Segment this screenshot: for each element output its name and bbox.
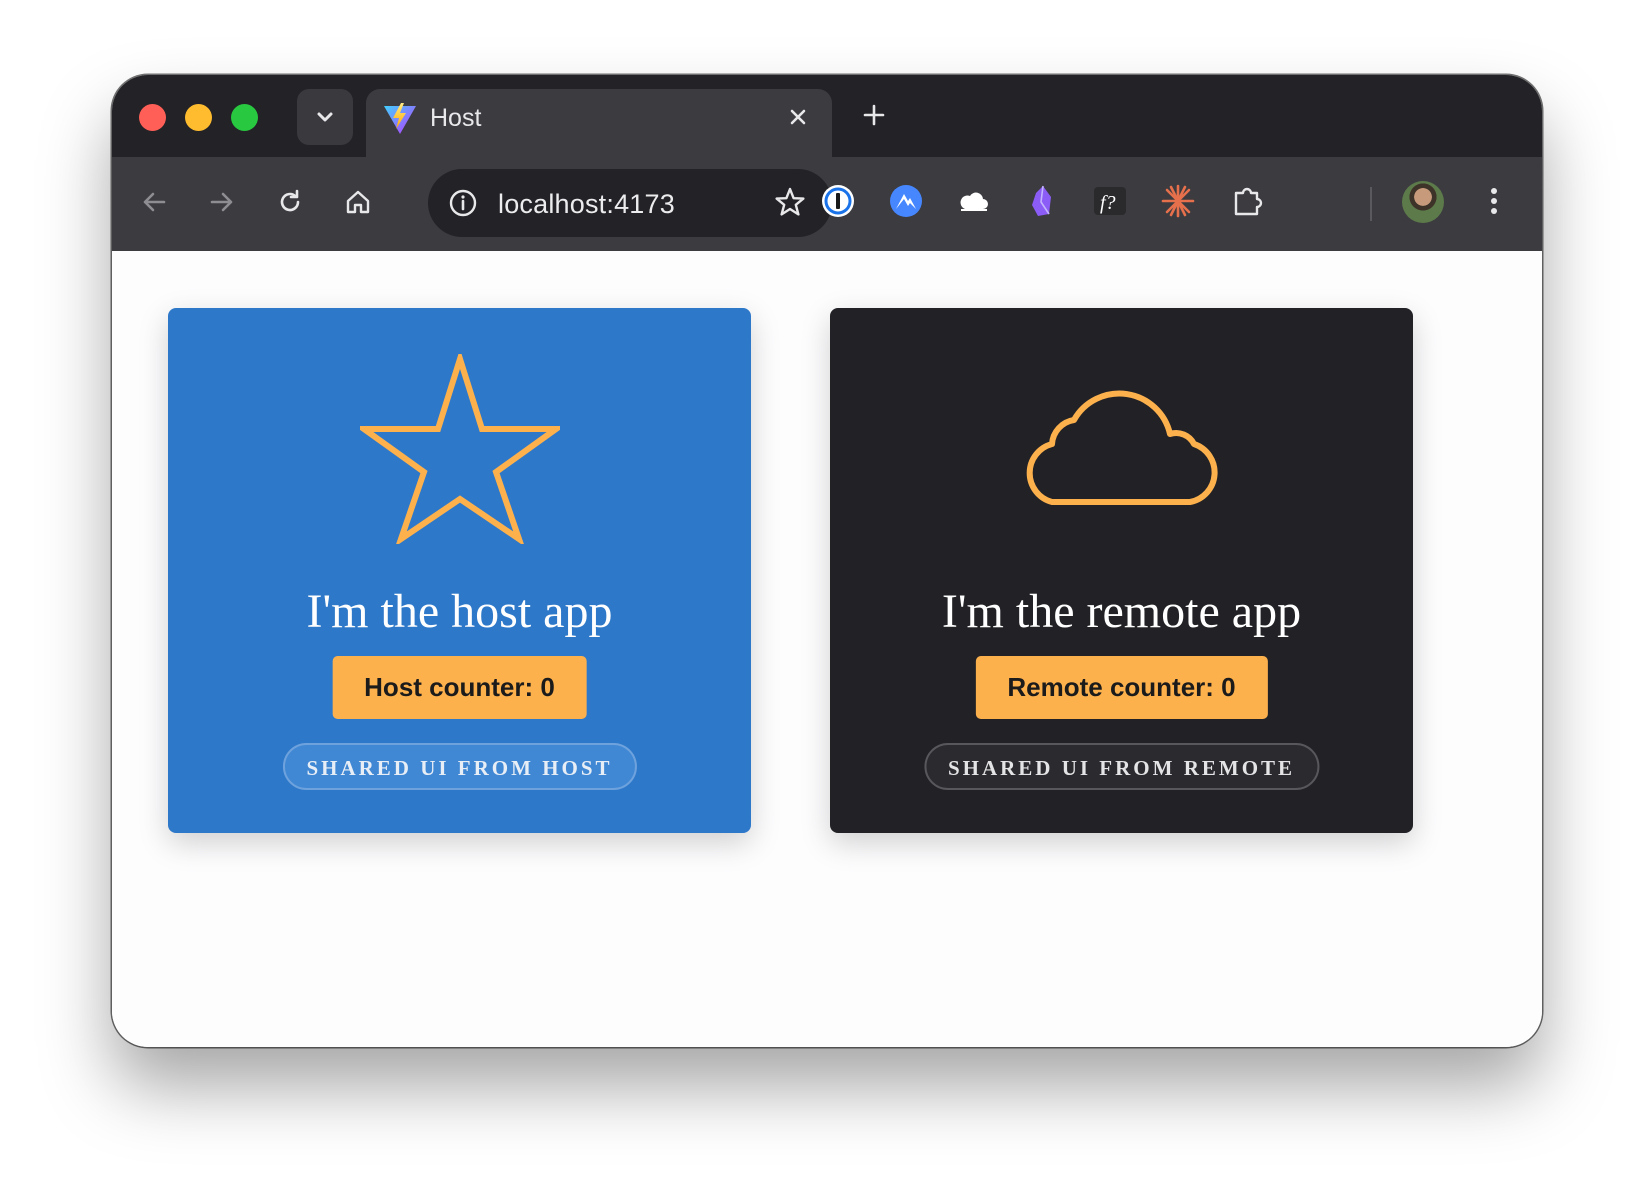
- obsidian-extension[interactable]: [1020, 179, 1064, 223]
- home-button[interactable]: [336, 180, 380, 224]
- shared-ui-from-host-badge[interactable]: SHARED UI FROM HOST: [282, 743, 637, 790]
- address-bar[interactable]: localhost:4173: [428, 169, 832, 237]
- cloud-icon: [1026, 390, 1218, 505]
- puzzle-piece-icon: [1234, 187, 1263, 216]
- obsidian-icon: [1032, 185, 1051, 216]
- url-text: localhost:4173: [498, 189, 675, 219]
- host-counter-button[interactable]: Host counter: 0: [332, 656, 587, 719]
- cloud-extension[interactable]: [952, 179, 996, 223]
- tab-search-button[interactable]: [297, 89, 353, 145]
- bookmark-star-icon[interactable]: [772, 185, 808, 221]
- host-app-title: I'm the host app: [306, 585, 613, 638]
- browser-window: Host localhost:4173 f? I'm the host app …: [112, 75, 1542, 1047]
- arrow-left-icon: [143, 192, 166, 212]
- host-app-card: I'm the host app Host counter: 0 SHARED …: [168, 308, 751, 833]
- page-content: I'm the host app Host counter: 0 SHARED …: [112, 251, 1542, 1047]
- font-identifier-icon: f?: [1094, 187, 1126, 215]
- nordvpn-icon: [890, 185, 922, 217]
- vite-logo-icon: [384, 103, 416, 134]
- tab-host[interactable]: Host: [366, 89, 832, 157]
- remote-app-card: I'm the remote app Remote counter: 0 SHA…: [830, 308, 1413, 833]
- arrow-right-icon: [210, 192, 233, 212]
- 1password-extension[interactable]: [816, 179, 860, 223]
- svg-text:f?: f?: [1100, 192, 1116, 214]
- font-identifier-extension[interactable]: f?: [1088, 179, 1132, 223]
- title-bar: Host: [112, 75, 1542, 157]
- more-vertical-icon: [1491, 188, 1497, 214]
- cloud-icon: [960, 192, 988, 211]
- browser-toolbar: localhost:4173 f?: [112, 157, 1542, 251]
- chevron-down-icon: [317, 112, 333, 122]
- site-info-icon[interactable]: [446, 186, 480, 220]
- toolbar-divider: [1370, 187, 1372, 221]
- shared-ui-from-remote-badge[interactable]: SHARED UI FROM REMOTE: [923, 743, 1320, 790]
- minimize-window-button[interactable]: [185, 104, 212, 131]
- remote-app-title: I'm the remote app: [941, 585, 1302, 638]
- plus-icon: [863, 104, 885, 126]
- claude-extension[interactable]: [1156, 179, 1200, 223]
- tab-close-button[interactable]: [782, 101, 814, 133]
- tab-title: Host: [430, 104, 482, 132]
- remote-counter-button[interactable]: Remote counter: 0: [975, 656, 1268, 719]
- back-button[interactable]: [132, 180, 176, 224]
- nordvpn-extension[interactable]: [884, 179, 928, 223]
- maximize-window-button[interactable]: [231, 104, 258, 131]
- 1password-icon: [822, 185, 854, 217]
- browser-menu-button[interactable]: [1472, 179, 1516, 223]
- forward-button[interactable]: [200, 180, 244, 224]
- profile-avatar[interactable]: [1402, 181, 1444, 223]
- extensions-button[interactable]: [1226, 179, 1270, 223]
- close-icon: [790, 109, 806, 125]
- reload-button[interactable]: [268, 180, 312, 224]
- star-icon: [359, 354, 560, 544]
- home-icon: [346, 190, 370, 214]
- claude-sparkle-icon: [1161, 184, 1195, 218]
- new-tab-button[interactable]: [852, 93, 896, 137]
- close-window-button[interactable]: [139, 104, 166, 131]
- reload-icon: [280, 189, 300, 212]
